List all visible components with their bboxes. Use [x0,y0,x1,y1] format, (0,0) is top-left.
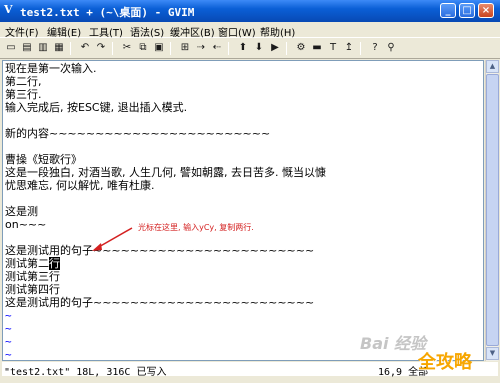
arrow-line [96,227,133,249]
annotation-arrow [92,227,133,251]
vertical-scrollbar[interactable]: ▲ ▼ [485,60,499,361]
arrow-head [92,243,102,251]
scroll-down-icon[interactable]: ▼ [486,347,499,360]
annotation-note: 光标在这里, 输入yCy, 复制两行. [138,223,254,232]
scroll-thumb[interactable] [486,74,499,346]
site-logo: 全攻略 [418,352,472,373]
gvim-window: V test2.txt + (~\桌面) - GVIM _ □ × 文件(F) … [0,0,500,383]
scroll-up-icon[interactable]: ▲ [486,60,499,73]
watermark: Bai 经验 [360,334,427,353]
file-status: "test2.txt" 18L, 316C 已写入 [4,367,167,378]
